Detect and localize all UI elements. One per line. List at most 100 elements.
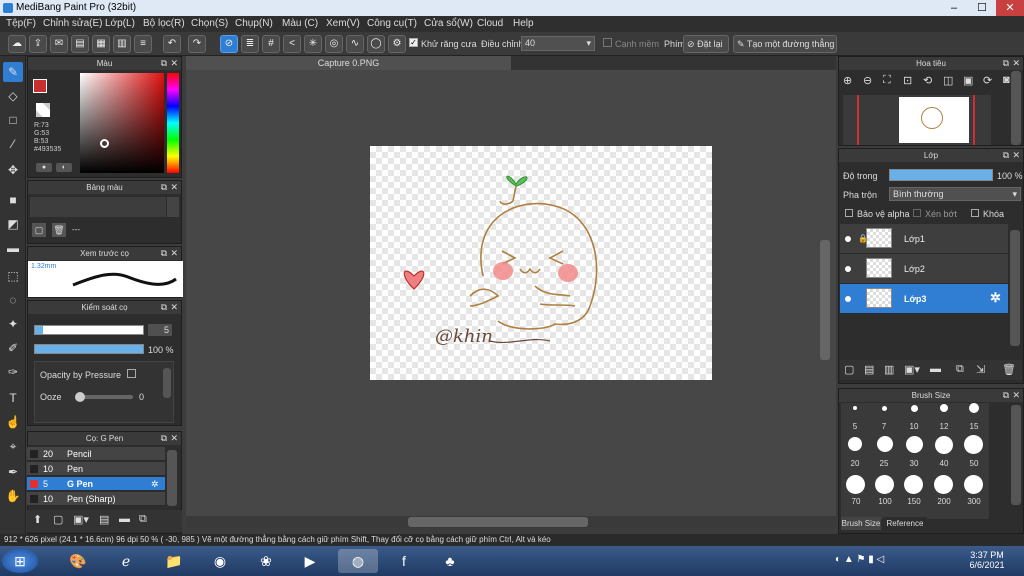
hue-slider[interactable] [167, 73, 179, 173]
actual-size-icon[interactable]: ⊡ [903, 74, 912, 87]
menu-capture[interactable]: Chụp(N) [235, 18, 273, 29]
magic-wand-icon[interactable]: ✦ [3, 314, 23, 334]
close-icon[interactable]: ✕ [170, 57, 178, 70]
fullscreen-icon[interactable]: ▣ [963, 74, 973, 87]
chrome-icon[interactable]: ◉ [200, 549, 240, 573]
radial-snap-icon[interactable]: ✳ [304, 35, 322, 53]
cloud-icon[interactable]: ☁ [8, 35, 26, 53]
palette-scrollbar[interactable] [167, 197, 179, 217]
close-icon[interactable]: ✕ [170, 247, 178, 260]
brush-size-value[interactable]: 5 [148, 324, 172, 336]
lock-checkbox[interactable] [971, 209, 979, 217]
menu-filter[interactable]: Bộ lọc(R) [143, 18, 185, 29]
foreground-color-swatch[interactable] [33, 79, 47, 93]
close-icon[interactable]: ✕ [1012, 57, 1020, 70]
zoom-in-icon[interactable]: ⊕ [843, 74, 852, 87]
brush-size-dot[interactable] [877, 436, 893, 452]
navigator-scrollbar[interactable] [1011, 71, 1021, 145]
close-icon[interactable]: ✕ [1012, 389, 1020, 402]
layer-scrollbar[interactable] [1010, 230, 1020, 346]
brush-tool-icon[interactable]: ✎ [3, 62, 23, 82]
delete-layer-icon[interactable]: 🗑 [1002, 363, 1016, 376]
menu-view[interactable]: Xem(V) [326, 18, 360, 29]
paint-app-icon[interactable]: 🎨 [58, 549, 98, 573]
gear-icon[interactable]: ✲ [990, 290, 1001, 306]
media-player-icon[interactable]: ▶ [290, 549, 330, 573]
brush-size-dot[interactable] [904, 475, 923, 494]
brush-size-dot[interactable] [940, 404, 948, 412]
menu-color[interactable]: Màu (C) [282, 18, 318, 29]
duplicate-icon[interactable]: ⧉ [139, 513, 147, 526]
opacity-slider[interactable] [34, 344, 144, 354]
new-halftone-layer-icon[interactable]: ▤ [864, 363, 874, 376]
flip-icon[interactable]: ◫ [943, 74, 953, 87]
brush-size-slider[interactable] [34, 325, 144, 335]
layer-row-3[interactable]: Lớp3 ✲ [840, 284, 1008, 314]
select-pen-icon[interactable]: ✐ [3, 338, 23, 358]
menu-edit[interactable]: Chỉnh sửa(E) [43, 18, 103, 29]
brush-size-dot[interactable] [853, 406, 857, 410]
add-layer-menu-icon[interactable]: ▣▾ [904, 363, 920, 376]
brush-size-dot[interactable] [848, 437, 862, 451]
delete-palette-icon[interactable]: 🗑 [52, 223, 66, 237]
new-layer-icon[interactable]: ▢ [844, 363, 854, 376]
brush-item-pen-sharp[interactable]: 10 Pen (Sharp) [27, 492, 165, 506]
canvas-vertical-scrollbar[interactable] [820, 240, 830, 360]
undo-icon[interactable]: ↶ [163, 35, 181, 53]
fit-icon[interactable]: ⛶ [883, 74, 891, 87]
clock[interactable]: 3:37 PM 6/6/2021 [960, 550, 1014, 570]
brush-size-dot[interactable] [846, 475, 865, 494]
new-8bit-layer-icon[interactable]: ▥ [884, 363, 894, 376]
brush-item-pencil[interactable]: 20 Pencil [27, 447, 165, 461]
tab-reference[interactable]: Reference [883, 517, 927, 530]
explorer-icon[interactable]: 📁 [154, 549, 194, 573]
layer-row-1[interactable]: 🔒 Lớp1 [840, 224, 1008, 254]
brush-options-scrollbar[interactable] [163, 368, 171, 398]
maximize-button[interactable]: ☐ [968, 0, 996, 16]
close-icon[interactable]: ✕ [1012, 149, 1020, 162]
eye-icon[interactable] [845, 236, 851, 242]
vanish-snap-icon[interactable]: < [283, 35, 301, 53]
cross-snap-icon[interactable]: # [262, 35, 280, 53]
eyedropper-tool-icon[interactable]: ⌖ [3, 436, 23, 456]
brush-size-dot[interactable] [882, 406, 887, 411]
lasso-tool-icon[interactable]: ◌ [3, 290, 23, 310]
adjust-select[interactable]: 40 ▾ [521, 36, 595, 51]
menu-tools[interactable]: Công cụ(T) [367, 18, 417, 29]
merge-layer-icon[interactable]: ⇲ [976, 363, 985, 376]
duplicate-layer-icon[interactable]: ⧉ [956, 363, 964, 376]
redo-icon[interactable]: ↷ [188, 35, 206, 53]
save-icon[interactable]: ▦ [92, 35, 110, 53]
text-tool-icon[interactable]: T [3, 388, 23, 408]
menu-file[interactable]: Tệp(F) [6, 18, 36, 29]
brush-size-scrollbar[interactable] [1011, 405, 1021, 505]
close-button[interactable]: ✕ [996, 0, 1024, 16]
blend-mode-select[interactable]: Bình thường ▾ [889, 187, 1021, 201]
operation-tool-icon[interactable]: ☝ [3, 412, 23, 432]
opacity-pressure-checkbox[interactable] [127, 369, 136, 378]
add-brush-icon[interactable]: ⬆ [33, 513, 42, 526]
brush-size-dot[interactable] [964, 435, 983, 454]
snap-off-icon[interactable]: ⊘ [220, 35, 238, 53]
brush-item-pen[interactable]: 10 Pen [27, 462, 165, 476]
clip-checkbox[interactable] [913, 209, 921, 217]
brush-list-scrollbar[interactable] [167, 450, 177, 506]
start-button[interactable]: ⊞ [2, 549, 38, 573]
close-icon[interactable]: ✕ [170, 301, 178, 314]
palette-add-icon[interactable]: ● [36, 163, 52, 172]
eraser-tool-icon[interactable]: ◇ [3, 86, 23, 106]
settings-icon[interactable]: ⚙ [388, 35, 406, 53]
antialias-checkbox[interactable]: ✓ [409, 38, 418, 47]
brush-size-dot[interactable] [969, 403, 979, 413]
zoom-out-icon[interactable]: ⊖ [863, 74, 872, 87]
circle-snap-icon[interactable]: ◎ [325, 35, 343, 53]
folder-icon[interactable]: ▬ [119, 513, 130, 525]
system-tray[interactable]: ◐ ▲ ⚑ ▮ ◁ [835, 554, 884, 565]
blur-tool-icon[interactable]: ⁄ [3, 134, 23, 154]
hand-tool-icon[interactable]: ✋ [3, 486, 23, 506]
ooze-slider[interactable] [75, 392, 133, 402]
ooze-handle[interactable] [75, 392, 85, 402]
coccoc-icon[interactable]: ❀ [246, 549, 286, 573]
protect-alpha-checkbox[interactable] [845, 209, 853, 217]
layer-opacity-slider[interactable] [889, 169, 993, 181]
